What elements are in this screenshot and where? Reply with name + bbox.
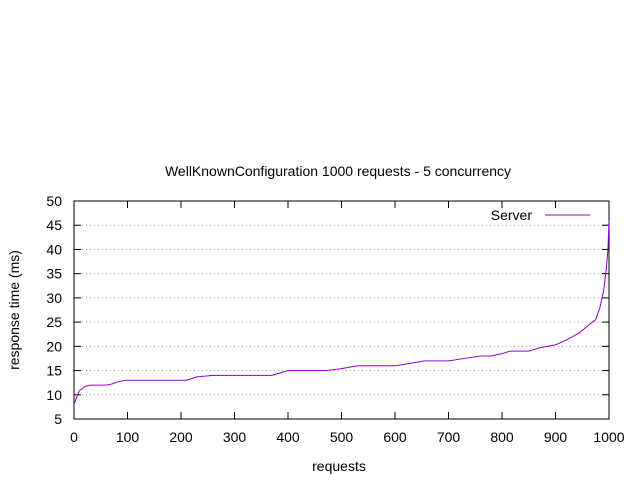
y-tick-label: 25: [46, 314, 62, 330]
x-tick-label: 700: [437, 429, 461, 445]
y-tick-label: 5: [54, 411, 62, 427]
axis-ticks: 51015202530354045500 100 200 300 400 500 600 70…: [46, 193, 624, 445]
y-tick-label: 15: [46, 363, 62, 379]
y-tick-label: 10: [46, 387, 62, 403]
line-chart: WellKnownConfiguration 1000 requests - 5…: [6, 163, 625, 474]
x-tick-label: 600: [383, 429, 407, 445]
x-tick-label: 500: [330, 429, 354, 445]
x-tick-label: 800: [490, 429, 514, 445]
chart-title: WellKnownConfiguration 1000 requests - 5…: [165, 163, 511, 179]
y-tick-label: 30: [46, 290, 62, 306]
grid-lines: [74, 224, 609, 396]
x-tick-label: 900: [544, 429, 568, 445]
x-tick-label: 100: [116, 429, 140, 445]
y-tick-label: 35: [46, 266, 62, 282]
y-tick-label: 45: [46, 217, 62, 233]
legend-label-server: Server: [491, 207, 533, 223]
y-tick-label: 20: [46, 338, 62, 354]
x-axis-label: requests: [312, 458, 366, 474]
series-group: [73, 220, 610, 405]
y-tick-label: 40: [46, 241, 62, 257]
plot-frame: [73, 200, 610, 420]
y-tick-label: 50: [46, 193, 62, 209]
x-tick-label: 300: [223, 429, 247, 445]
x-tick-label: 0: [70, 429, 78, 445]
x-tick-label: 1000: [593, 429, 624, 445]
x-tick-label: 200: [169, 429, 193, 445]
series-line-server: [73, 220, 610, 405]
x-tick-label: 400: [276, 429, 300, 445]
legend: Server: [491, 207, 590, 223]
y-axis-label: response time (ms): [6, 250, 22, 370]
